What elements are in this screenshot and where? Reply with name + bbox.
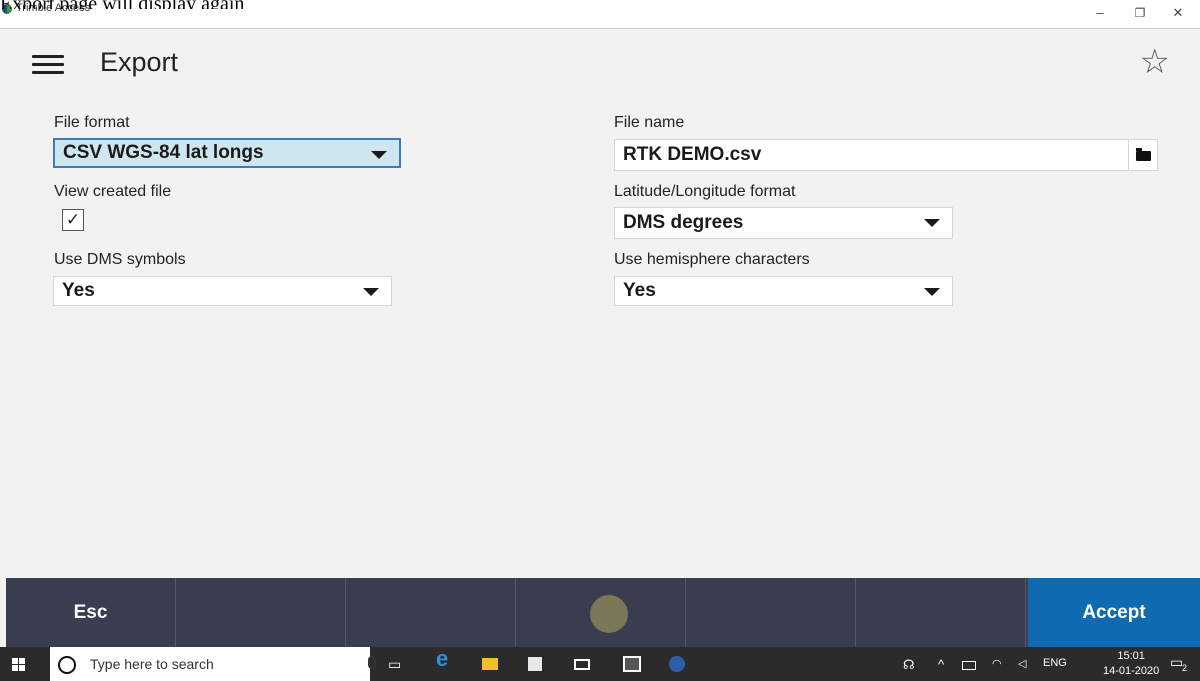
close-button[interactable]: ✕ [1166, 4, 1190, 22]
accept-button[interactable]: Accept [1028, 578, 1200, 647]
use-dms-symbols-label: Use DMS symbols [54, 251, 186, 268]
wifi-icon[interactable]: ◠ [992, 657, 1002, 670]
lat-long-format-value: DMS degrees [623, 212, 744, 233]
page-title: Export [100, 47, 179, 77]
windows-taskbar: Type here to search ▭ e ☊ ^ ◠ ◁ ENG 15:0… [0, 647, 1200, 681]
cortana-icon [58, 656, 76, 674]
edge-icon[interactable]: e [436, 648, 448, 670]
windows-start-icon[interactable] [12, 658, 25, 671]
caption-text: Export page will display again [0, 0, 244, 9]
microphone-icon[interactable] [368, 656, 376, 669]
battery-icon[interactable] [962, 661, 976, 670]
use-hemisphere-value: Yes [623, 280, 656, 301]
lat-long-format-label: Latitude/Longitude format [614, 183, 796, 200]
search-placeholder: Type here to search [90, 656, 214, 672]
browse-folder-button[interactable] [1128, 139, 1158, 171]
use-dms-symbols-value: Yes [62, 280, 95, 301]
clock-date: 14-01-2020 [1103, 665, 1160, 677]
folder-icon [1136, 148, 1151, 161]
favorite-star-icon[interactable]: ☆ [1140, 45, 1170, 79]
use-hemisphere-label: Use hemisphere characters [614, 251, 810, 268]
softkey-bar: Esc Accept [6, 578, 1200, 647]
touch-indicator [590, 595, 628, 633]
taskbar-search-box[interactable]: Type here to search [50, 647, 376, 681]
chevron-down-icon [924, 288, 940, 296]
chevron-down-icon [371, 151, 387, 159]
esc-button[interactable]: Esc [6, 578, 176, 647]
system-clock[interactable]: 15:01 14-01-2020 [1103, 649, 1159, 679]
file-explorer-icon[interactable] [482, 658, 498, 670]
softkey-empty-2 [176, 578, 346, 647]
minimize-button[interactable]: – [1088, 4, 1112, 22]
app-header: Export ☆ [0, 29, 1200, 99]
chevron-up-icon[interactable]: ^ [938, 657, 944, 672]
clock-time: 15:01 [1117, 650, 1145, 662]
chevron-down-icon [363, 288, 379, 296]
file-name-label: File name [614, 114, 685, 131]
file-format-value: CSV WGS-84 lat longs [63, 142, 264, 163]
view-created-file-label: View created file [54, 183, 172, 200]
people-icon[interactable]: ☊ [903, 657, 915, 673]
file-format-label: File format [54, 114, 130, 131]
chevron-down-icon [924, 219, 940, 227]
file-format-dropdown[interactable]: CSV WGS-84 lat longs [53, 138, 401, 168]
use-dms-symbols-dropdown[interactable]: Yes [53, 276, 392, 306]
task-view-icon[interactable]: ▭ [388, 655, 401, 673]
view-created-file-checkbox[interactable]: ✓ [62, 209, 84, 231]
restore-button[interactable]: ❐ [1128, 4, 1152, 22]
softkey-empty-6 [856, 578, 1026, 647]
photos-icon[interactable] [623, 656, 641, 672]
volume-icon[interactable]: ◁ [1018, 657, 1026, 670]
notification-count: 2 [1182, 663, 1188, 673]
hamburger-menu-icon[interactable] [32, 55, 64, 75]
file-name-input[interactable]: RTK DEMO.csv [614, 139, 1129, 171]
mail-icon[interactable] [574, 659, 590, 670]
trimble-access-icon[interactable] [669, 656, 685, 672]
softkey-empty-3 [346, 578, 516, 647]
store-icon[interactable] [528, 657, 542, 671]
language-indicator[interactable]: ENG [1043, 657, 1067, 669]
softkey-empty-5 [686, 578, 856, 647]
lat-long-format-dropdown[interactable]: DMS degrees [614, 207, 953, 239]
use-hemisphere-dropdown[interactable]: Yes [614, 276, 953, 306]
